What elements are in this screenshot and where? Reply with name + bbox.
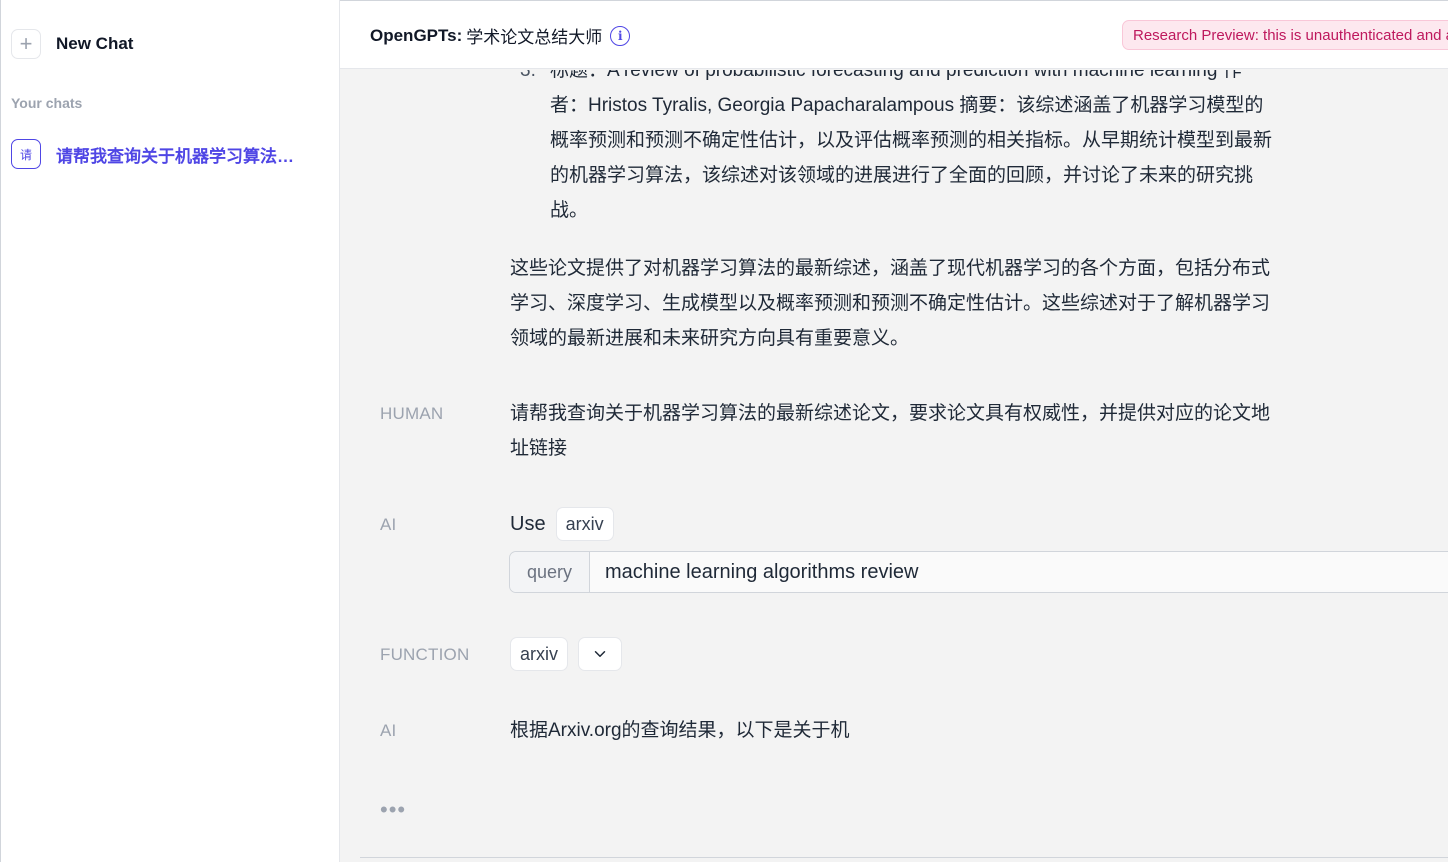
research-preview-badge: Research Preview: this is unauthenticate… (1122, 20, 1448, 50)
ai-summary-paragraph: 这些论文提供了对机器学习算法的最新综述，涵盖了现代机器学习的各个方面，包括分布式… (510, 251, 1315, 356)
arg-value: machine learning algorithms review (605, 560, 919, 583)
tool-name-chip: arxiv (555, 507, 614, 541)
chat-list-item[interactable]: 请 请帮我查询关于机器学习算法的最新综述论文，要求论文具有权威性，并提供对应的论… (11, 138, 331, 170)
brand-name: OpenGPTs: (370, 25, 463, 45)
new-chat-button[interactable]: + New Chat (11, 28, 133, 60)
info-icon[interactable]: i (610, 25, 631, 46)
chat-title: 请帮我查询关于机器学习算法的最新综述论文，要求论文具有权威性，并提供对应的论文地… (56, 146, 306, 166)
tool-use-row: Use arxiv (510, 507, 614, 541)
chevron-down-icon (594, 651, 606, 657)
plus-icon: + (11, 29, 41, 59)
your-chats-heading: Your chats (11, 95, 83, 111)
human-role-label: HUMAN (380, 404, 444, 423)
ai-reply-text: 根据Arxiv.org的查询结果，以下是关于机 (510, 720, 850, 741)
function-role-label: FUNCTION (380, 645, 470, 664)
list-line: 的机器学习算法，该综述对该领域的进展进行了全面的回顾，并讨论了未来的研究挑 (550, 165, 1254, 186)
summary-line: 学习、深度学习、生成模型以及概率预测和预测不确定性估计。这些综述对于了解机器学习 (510, 293, 1271, 314)
function-result-row: arxiv (510, 637, 623, 671)
list-line: 概率预测和预测不确定性估计，以及评估概率预测的相关指标。从早期统计模型到最新 (550, 130, 1273, 151)
ai-role-label: AI (380, 515, 397, 534)
chat-header: OpenGPTs: 学术论文总结大师 i Research Preview: t… (340, 0, 1448, 69)
use-label: Use (510, 512, 546, 535)
human-message-line: 址链接 (510, 438, 568, 459)
list-number: 3. (520, 70, 536, 81)
summary-line: 领域的最新进展和未来研究方向具有重要意义。 (510, 328, 910, 349)
list-line: 战。 (550, 200, 589, 221)
arg-key: query (510, 552, 590, 592)
function-name-chip: arxiv (510, 637, 569, 671)
human-message: 请帮我查询关于机器学习算法的最新综述论文，要求论文具有权威性，并提供对应的论文地… (510, 396, 1315, 466)
bot-name: 学术论文总结大师 (466, 28, 603, 47)
expand-function-button[interactable] (578, 637, 623, 671)
ai-reply-role-label: AI (380, 721, 397, 740)
typing-indicator: ••• (380, 797, 407, 822)
list-item: 3. 标题：A review of probabilistic forecast… (520, 70, 1325, 228)
chat-avatar: 请 (11, 139, 41, 169)
conversation: 3. 标题：A review of probabilistic forecast… (340, 70, 1448, 862)
human-message-line: 请帮我查询关于机器学习算法的最新综述论文，要求论文具有权威性，并提供对应的论文地 (510, 403, 1271, 424)
app-title: OpenGPTs: 学术论文总结大师 i (370, 23, 631, 48)
composer-divider (360, 857, 1448, 858)
tool-args-table: query machine learning algorithms review (509, 551, 1448, 593)
summary-line: 这些论文提供了对机器学习算法的最新综述，涵盖了现代机器学习的各个方面，包括分布式 (510, 258, 1271, 279)
list-line: 者：Hristos Tyralis, Georgia Papacharalamp… (550, 95, 1264, 116)
new-chat-label: New Chat (56, 34, 134, 53)
list-line: 标题：A review of probabilistic forecasting… (550, 70, 1242, 81)
sidebar: + New Chat Your chats 请 请帮我查询关于机器学习算法的最新… (0, 0, 340, 862)
